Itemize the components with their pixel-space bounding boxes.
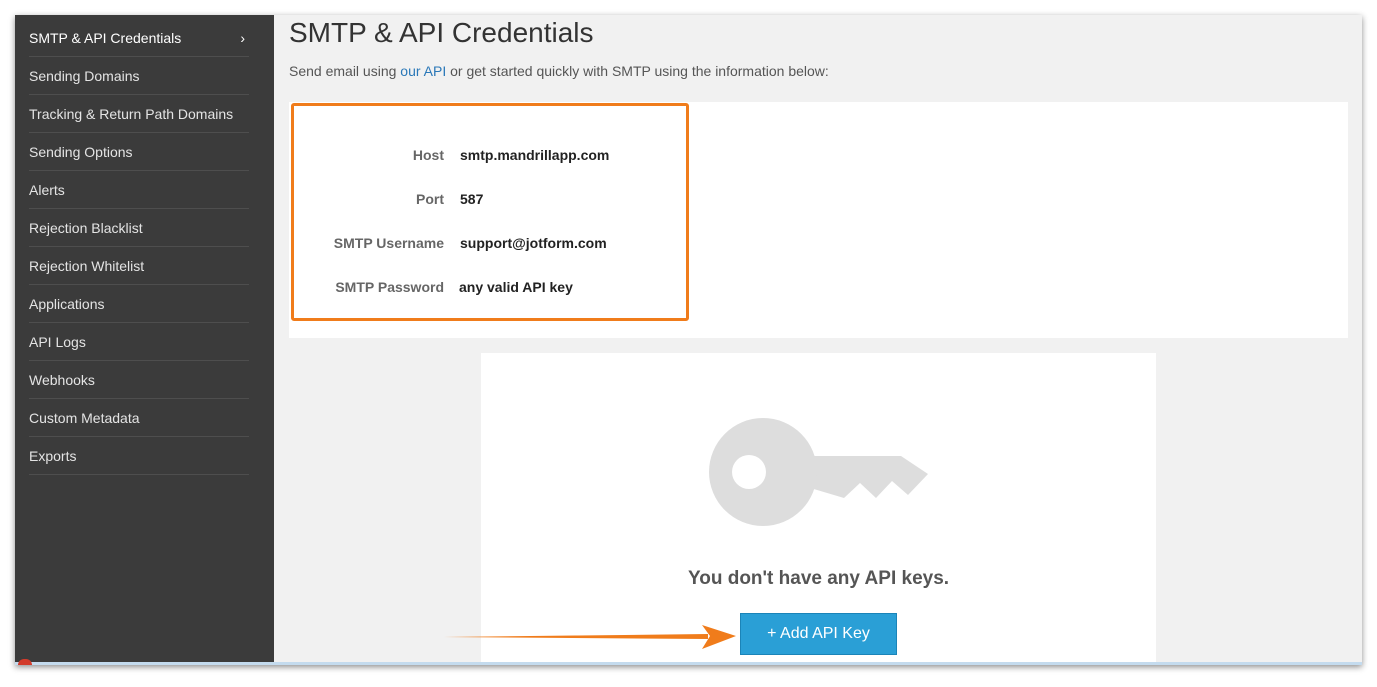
chevron-right-icon: › [240, 29, 245, 46]
sidebar-item-rejection-blacklist[interactable]: Rejection Blacklist [29, 209, 249, 247]
sidebar-item-alerts[interactable]: Alerts [29, 171, 249, 209]
host-label: Host [412, 147, 444, 163]
sidebar-item-label: Exports [29, 447, 77, 464]
subtitle-text-after: or get started quickly with SMTP using t… [446, 63, 829, 79]
sidebar-item-label: Applications [29, 295, 105, 312]
api-keys-empty-state: You don't have any API keys. + Add API K… [481, 353, 1156, 665]
sidebar-item-label: Rejection Whitelist [29, 257, 145, 274]
subtitle-text-before: Send email using [289, 63, 401, 79]
smtp-username-label: SMTP Username [333, 235, 444, 251]
smtp-credentials-highlight-box: Host smtp.mandrillapp.com Port 587 SMTP … [291, 103, 689, 321]
bottom-status-indicator [18, 659, 32, 665]
sidebar-item-rejection-whitelist[interactable]: Rejection Whitelist [29, 247, 249, 285]
sidebar-item-applications[interactable]: Applications [29, 285, 249, 323]
bottom-status-strip [15, 662, 1362, 665]
sidebar-menu: SMTP & API Credentials › Sending Domains… [15, 15, 274, 475]
no-api-keys-message: You don't have any API keys. [687, 568, 950, 589]
smtp-password-value: any valid API key [459, 279, 573, 295]
annotation-arrow [444, 625, 736, 649]
port-row: Port 587 [294, 191, 684, 211]
sidebar-item-label: Alerts [29, 181, 65, 198]
smtp-password-label: SMTP Password [335, 279, 444, 295]
sidebar-item-label: Webhooks [29, 371, 95, 388]
port-label: Port [416, 191, 444, 207]
sidebar-item-api-logs[interactable]: API Logs [29, 323, 249, 361]
host-row: Host smtp.mandrillapp.com [294, 147, 684, 167]
key-icon [709, 418, 928, 526]
host-value: smtp.mandrillapp.com [460, 147, 610, 163]
app-window: SMTP & API Credentials › Sending Domains… [15, 15, 1362, 665]
sidebar-item-sending-domains[interactable]: Sending Domains [29, 57, 249, 95]
sidebar-item-tracking-return-path-domains[interactable]: Tracking & Return Path Domains [29, 95, 249, 133]
sidebar-item-label: Sending Domains [29, 67, 140, 84]
sidebar-item-custom-metadata[interactable]: Custom Metadata [29, 399, 249, 437]
port-value: 587 [460, 191, 484, 207]
sidebar-item-label: API Logs [29, 333, 86, 350]
smtp-password-row: SMTP Password any valid API key [294, 279, 684, 299]
sidebar-item-label: Rejection Blacklist [29, 219, 143, 236]
sidebar-item-webhooks[interactable]: Webhooks [29, 361, 249, 399]
settings-sidebar: SMTP & API Credentials › Sending Domains… [15, 15, 274, 665]
sidebar-item-label: Custom Metadata [29, 409, 140, 426]
sidebar-item-label: Tracking & Return Path Domains [29, 105, 234, 122]
page-title: SMTP & API Credentials [289, 17, 594, 48]
page-subtitle: Send email using our API or get started … [289, 63, 829, 79]
add-api-key-button[interactable]: + Add API Key [740, 613, 897, 655]
sidebar-item-sending-options[interactable]: Sending Options [29, 133, 249, 171]
sidebar-item-smtp-api-credentials[interactable]: SMTP & API Credentials › [29, 19, 249, 57]
sidebar-item-exports[interactable]: Exports [29, 437, 249, 475]
sidebar-item-label: Sending Options [29, 143, 133, 160]
sidebar-item-label: SMTP & API Credentials [29, 29, 182, 46]
our-api-link[interactable]: our API [400, 63, 446, 79]
smtp-username-row: SMTP Username support@jotform.com [294, 235, 684, 255]
smtp-username-value: support@jotform.com [460, 235, 607, 251]
main-content: SMTP & API Credentials Send email using … [289, 15, 1362, 665]
smtp-credentials-panel: Host smtp.mandrillapp.com Port 587 SMTP … [289, 102, 1348, 338]
